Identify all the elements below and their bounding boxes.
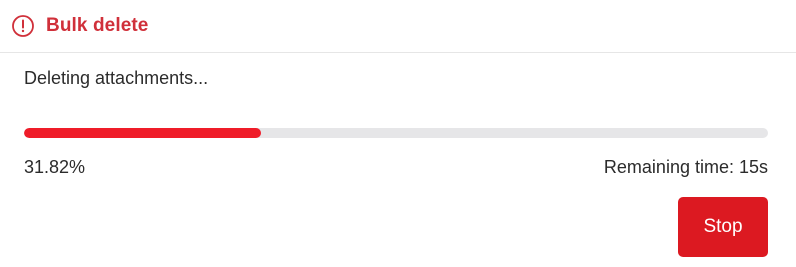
status-text: Deleting attachments... xyxy=(24,68,209,88)
stop-button[interactable]: Stop xyxy=(678,197,768,257)
bulk-delete-dialog: Bulk delete Deleting attachments... 31.8… xyxy=(0,0,796,267)
remaining-time: Remaining time: 15s xyxy=(603,157,768,177)
progress-bar-fill xyxy=(24,128,261,138)
dialog-title: Bulk delete xyxy=(46,15,149,36)
progress-bar xyxy=(24,128,768,138)
dialog-header: Bulk delete xyxy=(0,0,796,53)
warning-circle-icon xyxy=(11,14,35,38)
progress-percent: 31.82% xyxy=(24,157,86,177)
